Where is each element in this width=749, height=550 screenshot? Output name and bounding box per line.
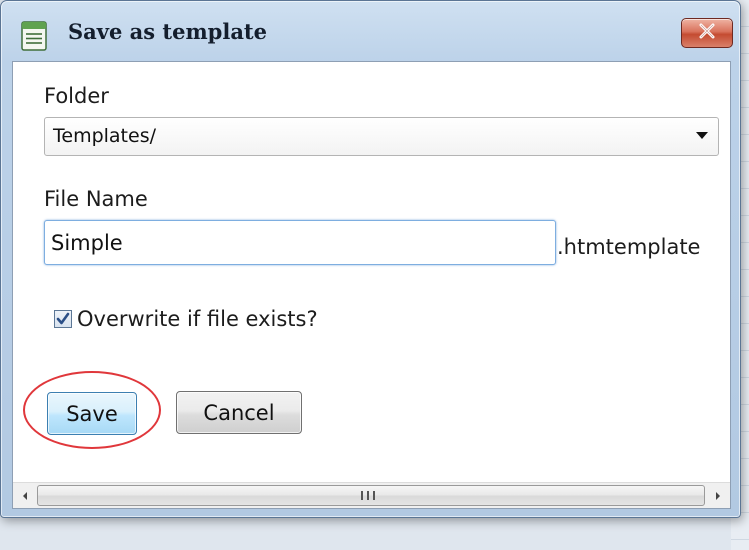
scroll-right-button[interactable]	[706, 483, 730, 508]
scrollbar-grip	[361, 491, 375, 500]
cancel-button-label: Cancel	[203, 400, 275, 425]
scroll-right-arrow-icon	[714, 486, 722, 505]
dialog-title: Save as template	[68, 19, 267, 44]
overwrite-label[interactable]: Overwrite if file exists?	[77, 307, 318, 331]
close-x-icon	[697, 23, 717, 43]
save-button[interactable]: Save	[47, 392, 137, 435]
notepad-document-icon	[21, 21, 47, 51]
save-as-template-dialog: Save as template Folder Templates/ File …	[0, 0, 741, 518]
triangle-down-icon	[696, 132, 708, 139]
scroll-left-button[interactable]	[13, 483, 37, 508]
folder-select-value: Templates/	[53, 125, 156, 147]
scrollbar-thumb[interactable]	[37, 485, 705, 506]
filename-suffix: .htmtemplate	[557, 235, 701, 259]
filename-input[interactable]	[44, 220, 556, 265]
cancel-button[interactable]: Cancel	[176, 391, 302, 434]
scroll-left-arrow-icon	[21, 486, 29, 505]
overwrite-checkbox[interactable]	[54, 310, 72, 328]
save-button-label: Save	[66, 401, 118, 426]
filename-label: File Name	[44, 187, 148, 211]
folder-select[interactable]: Templates/	[44, 117, 719, 156]
dialog-content: Folder Templates/ File Name .htmtemplate…	[12, 61, 731, 509]
close-button[interactable]	[681, 18, 733, 48]
folder-label: Folder	[44, 84, 109, 108]
horizontal-scrollbar[interactable]	[13, 482, 730, 508]
